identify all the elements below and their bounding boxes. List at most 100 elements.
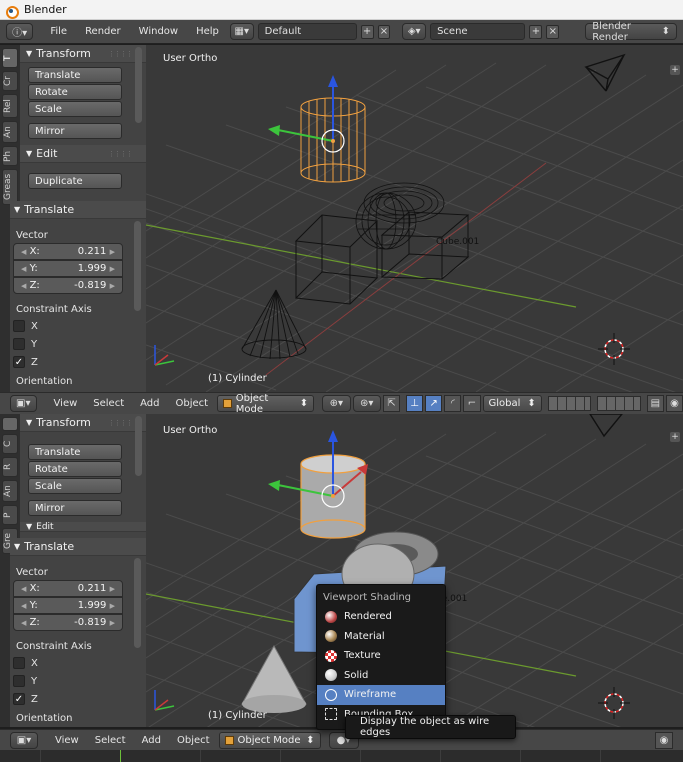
scale-button[interactable]: Scale	[28, 101, 122, 117]
checkbox-z[interactable]: ✓	[13, 693, 25, 705]
duplicate-button[interactable]: Duplicate	[28, 173, 122, 189]
transform-orientation-select[interactable]: Global ⬍	[482, 395, 542, 412]
mirror-button[interactable]: Mirror	[28, 500, 122, 516]
menu-view[interactable]: View	[48, 735, 86, 746]
decrement-arrow-icon[interactable]: ◀	[21, 619, 26, 627]
vector-z-field[interactable]: ◀ Z: -0.819 ▶	[13, 614, 123, 631]
properties-toggle-icon[interactable]: +	[670, 65, 680, 75]
increment-arrow-icon[interactable]: ▶	[110, 282, 115, 290]
tab-tools[interactable]	[2, 417, 18, 431]
y-arrow-head-icon[interactable]	[268, 125, 280, 136]
pivot-point-button[interactable]: ⊛▾	[352, 395, 381, 412]
menu-object[interactable]: Object	[170, 735, 217, 746]
3d-cursor-icon[interactable]	[598, 687, 630, 719]
scene-icon[interactable]: ◈▾	[402, 23, 427, 40]
translate-button[interactable]: Translate	[28, 444, 122, 460]
z-arrow-head-icon[interactable]	[328, 430, 338, 442]
constraint-y-row[interactable]: Y	[10, 335, 146, 353]
translate-mode-toggle[interactable]: ↗	[425, 395, 443, 412]
remove-layout-button[interactable]: ×	[377, 24, 391, 39]
shading-texture-item[interactable]: Texture	[317, 646, 445, 666]
increment-arrow-icon[interactable]: ▶	[110, 602, 115, 610]
menu-help[interactable]: Help	[189, 26, 226, 37]
current-frame-marker[interactable]	[120, 750, 121, 762]
editor-type-3d-button[interactable]: ▣▾	[10, 732, 38, 749]
decrement-arrow-icon[interactable]: ◀	[21, 282, 26, 290]
manipulator-toggle[interactable]: ⇱	[382, 395, 401, 412]
top-viewport[interactable]: Cube.001 User Ortho (1) Cylinder +	[146, 45, 683, 392]
scale-button[interactable]: Scale	[28, 478, 122, 494]
menu-add[interactable]: Add	[133, 398, 166, 409]
menu-object[interactable]: Object	[169, 398, 216, 409]
constraint-x-row[interactable]: X	[10, 654, 146, 672]
rotate-button[interactable]: Rotate	[28, 84, 122, 100]
vector-x-field[interactable]: ◀ X: 0.211 ▶	[13, 243, 123, 260]
render-preview-toggle[interactable]: ◉	[655, 732, 673, 749]
layers-group-1[interactable]	[547, 396, 592, 411]
render-engine-select[interactable]: Blender Render ⬍	[585, 21, 677, 43]
tab-animation[interactable]: An	[2, 121, 18, 143]
timeline-strip[interactable]	[0, 750, 683, 762]
operator-panel-header[interactable]: ▼ Translate	[10, 201, 146, 219]
constraint-z-row[interactable]: ✓ Z	[10, 353, 146, 371]
shading-wireframe-item[interactable]: Wireframe	[317, 685, 445, 705]
transform-panel-header[interactable]: ▼ Transform ⋮⋮⋮⋮	[20, 414, 146, 432]
menu-view[interactable]: View	[47, 398, 85, 409]
tab-animation[interactable]: An	[2, 480, 18, 502]
vector-y-field[interactable]: ◀ Y: 1.999 ▶	[13, 260, 123, 277]
translate-manipulator-toggle[interactable]: ⊥	[406, 395, 424, 412]
menu-file[interactable]: File	[43, 26, 74, 37]
tab-grease-pencil[interactable]: Greas	[2, 169, 18, 205]
tab-physics[interactable]: Ph	[2, 146, 18, 166]
scale-mode-toggle[interactable]: ⌐	[463, 395, 481, 412]
menu-select[interactable]: Select	[86, 398, 131, 409]
remove-scene-button[interactable]: ×	[546, 24, 560, 39]
edit-panel-header[interactable]: ▼ Edit ⋮⋮⋮⋮	[20, 145, 146, 163]
operator-scrollbar[interactable]	[134, 558, 141, 648]
decrement-arrow-icon[interactable]: ◀	[21, 248, 26, 256]
drag-grip-icon[interactable]: ⋮⋮⋮⋮	[108, 419, 133, 427]
vector-x-field[interactable]: ◀ X: 0.211 ▶	[13, 580, 123, 597]
scene-field[interactable]: Scene	[430, 23, 526, 40]
transform-panel-header[interactable]: ▼ Transform ⋮⋮⋮⋮	[20, 45, 146, 63]
viewport-shading-button[interactable]: ⊕▾	[322, 395, 351, 412]
menu-add[interactable]: Add	[135, 735, 168, 746]
layers-group-2[interactable]	[597, 396, 641, 411]
menu-window[interactable]: Window	[132, 26, 185, 37]
constraint-x-row[interactable]: X	[10, 317, 146, 335]
vector-y-field[interactable]: ◀ Y: 1.999 ▶	[13, 597, 123, 614]
increment-arrow-icon[interactable]: ▶	[110, 619, 115, 627]
tab-create[interactable]: C	[2, 434, 18, 454]
constraint-y-row[interactable]: Y	[10, 672, 146, 690]
screen-layout-field[interactable]: Default	[257, 23, 357, 40]
translate-button[interactable]: Translate	[28, 67, 122, 83]
mode-select[interactable]: Object Mode ⬍	[217, 393, 315, 415]
constraint-z-row[interactable]: ✓ Z	[10, 690, 146, 708]
checkbox-y[interactable]	[13, 338, 25, 350]
screen-layout-icon[interactable]: ▦▾	[229, 23, 254, 40]
checkbox-z[interactable]: ✓	[13, 356, 25, 368]
edit-panel-header[interactable]: ▼ Edit	[20, 522, 146, 532]
operator-scrollbar[interactable]	[134, 221, 141, 311]
checkbox-x[interactable]	[13, 320, 25, 332]
tab-relations[interactable]: Rel	[2, 94, 18, 118]
decrement-arrow-icon[interactable]: ◀	[21, 585, 26, 593]
properties-toggle-icon[interactable]: +	[670, 432, 680, 442]
drag-grip-icon[interactable]: ⋮⋮⋮⋮	[108, 150, 133, 158]
editor-type-3d-button[interactable]: ▣▾	[10, 395, 37, 412]
z-arrow-head-icon[interactable]	[328, 75, 338, 87]
tab-create[interactable]: Cr	[2, 71, 18, 91]
tab-physics[interactable]: P	[2, 505, 18, 525]
rotate-mode-toggle[interactable]: ◜	[444, 395, 462, 412]
add-layout-button[interactable]: +	[360, 24, 374, 39]
mode-select[interactable]: Object Mode ⬍	[218, 732, 321, 749]
shading-solid-item[interactable]: Solid	[317, 666, 445, 686]
decrement-arrow-icon[interactable]: ◀	[21, 265, 26, 273]
increment-arrow-icon[interactable]: ▶	[110, 265, 115, 273]
tool-shelf-scrollbar[interactable]	[135, 47, 142, 123]
checkbox-y[interactable]	[13, 675, 25, 687]
menu-render[interactable]: Render	[78, 26, 128, 37]
rotate-button[interactable]: Rotate	[28, 461, 122, 477]
camera-object[interactable]	[584, 53, 626, 92]
render-preview-toggle[interactable]: ◉	[665, 395, 683, 412]
